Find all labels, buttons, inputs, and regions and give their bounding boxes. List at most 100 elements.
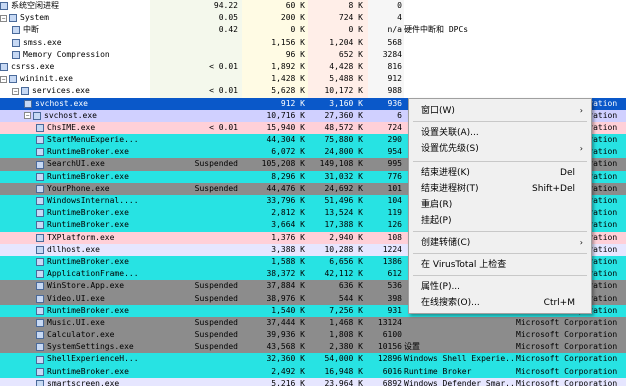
menu-item-set-affinity[interactable]: 设置关联(A)... <box>409 125 591 141</box>
process-row[interactable]: smss.exe 1,156 K 1,204 K 568 <box>0 37 626 49</box>
process-name: 中断 <box>23 25 39 35</box>
pid-cell: 119 <box>387 208 402 218</box>
private-bytes-cell: 15,940 K <box>266 122 305 132</box>
description-cell: 硬件中断和 DPCs <box>404 25 469 35</box>
process-name-cell: − services.exe <box>0 85 168 98</box>
menu-item-search-online[interactable]: 在线搜索(O)... Ctrl+M <box>409 295 591 311</box>
submenu-arrow-icon: › <box>579 106 583 115</box>
private-bytes-cell: 38,976 K <box>266 293 305 303</box>
menu-item-set-priority[interactable]: 设置优先级(S) › <box>409 141 591 157</box>
working-set-cell: 636 K <box>338 281 363 291</box>
tree-collapse-icon[interactable]: − <box>12 87 19 95</box>
process-name-cell: RuntimeBroker.exe <box>0 171 192 184</box>
process-icon <box>36 184 44 193</box>
description-cell: Windows Shell Experie... <box>404 354 514 364</box>
menu-item-label: 设置优先级(S) <box>421 144 479 154</box>
process-row[interactable]: 中断 0.42 0 K 0 K n/a 硬件中断和 DPCs <box>0 24 626 36</box>
private-bytes-cell: 43,568 K <box>266 342 305 352</box>
process-row[interactable]: Memory Compression 96 K 652 K 3284 <box>0 49 626 61</box>
menu-item-label: 窗口(W) <box>421 106 455 116</box>
tree-collapse-icon[interactable]: − <box>0 75 7 83</box>
working-set-cell: 2,940 K <box>329 232 363 242</box>
process-icon <box>0 2 8 11</box>
working-set-cell: 4,428 K <box>329 61 363 71</box>
process-icon <box>36 355 44 364</box>
process-name: wininit.exe <box>20 74 73 84</box>
pid-cell: 3284 <box>382 49 402 59</box>
process-name: ChsIME.exe <box>47 122 96 132</box>
private-bytes-cell: 37,444 K <box>266 317 305 327</box>
menu-item-label: 创建转储(C) <box>421 238 471 248</box>
process-row[interactable]: smartscreen.exe 5,216 K 23,964 K 6892 Window… <box>0 377 626 386</box>
working-set-cell: 1,204 K <box>329 37 363 47</box>
working-set-cell: 16,948 K <box>324 366 363 376</box>
cpu-cell: Suspended <box>194 330 238 340</box>
menu-item-suspend[interactable]: 挂起(P) <box>409 213 591 229</box>
process-icon <box>36 282 44 291</box>
process-name: Calculator.exe <box>47 330 115 340</box>
menu-item-shortcut: Shift+Del <box>532 184 575 194</box>
private-bytes-cell: 38,372 K <box>266 269 305 279</box>
process-name-cell: ShellExperienceH... <box>0 353 192 366</box>
cpu-cell: Suspended <box>194 183 238 193</box>
process-name-cell: RuntimeBroker.exe <box>0 305 192 318</box>
process-name-cell: smss.exe <box>0 37 168 50</box>
working-set-cell: 54,000 K <box>324 354 363 364</box>
process-icon <box>33 111 41 120</box>
pid-cell: 6892 <box>382 378 402 386</box>
process-icon <box>36 258 44 267</box>
pid-cell: 1386 <box>382 256 402 266</box>
process-row[interactable]: − System 0.05 200 K 724 K 4 <box>0 12 626 24</box>
menu-separator <box>413 231 587 232</box>
menu-item-properties[interactable]: 属性(P)... <box>409 279 591 295</box>
process-row[interactable]: − wininit.exe 1,428 K 5,488 K 912 <box>0 73 626 85</box>
working-set-cell: 42,112 K <box>324 269 363 279</box>
menu-item-label: 设置关联(A)... <box>421 128 479 138</box>
private-bytes-cell: 1,428 K <box>271 74 305 84</box>
process-icon <box>36 160 44 169</box>
cpu-cell: < 0.01 <box>209 61 238 71</box>
company-cell: Microsoft Corporation <box>516 354 618 364</box>
cpu-cell: Suspended <box>194 159 238 169</box>
pid-cell: 6100 <box>382 330 402 340</box>
process-row[interactable]: 系统空闲进程 94.22 60 K 8 K 0 <box>0 0 626 12</box>
process-name-cell: − wininit.exe <box>0 73 156 86</box>
menu-item-create-dump[interactable]: 创建转储(C) › <box>409 235 591 251</box>
pid-cell: 108 <box>387 232 402 242</box>
process-name-cell: − System <box>0 12 156 25</box>
private-bytes-cell: 1,588 K <box>271 256 305 266</box>
cpu-cell: 94.22 <box>213 1 238 10</box>
menu-item-label: 结束进程(K) <box>421 168 470 178</box>
process-name: RuntimeBroker.exe <box>47 305 129 315</box>
pid-cell: 988 <box>387 86 402 96</box>
menu-item-window[interactable]: 窗口(W) › <box>409 103 591 119</box>
pid-cell: 13124 <box>377 317 402 327</box>
cpu-cell: < 0.01 <box>209 86 238 96</box>
private-bytes-cell: 1,540 K <box>271 305 305 315</box>
tree-collapse-icon[interactable]: − <box>24 112 31 120</box>
working-set-cell: 1,468 K <box>329 317 363 327</box>
process-row[interactable]: Calculator.exe Suspended 39,936 K 1,808 K 61… <box>0 329 626 342</box>
process-icon <box>9 14 17 23</box>
process-row[interactable]: SystemSettings.exe Suspended 43,568 K 2,380… <box>0 341 626 354</box>
process-row[interactable]: RuntimeBroker.exe 2,492 K 16,948 K 6016 Runt… <box>0 365 626 378</box>
process-name-cell: csrss.exe <box>0 61 156 74</box>
process-icon <box>12 26 20 35</box>
process-row[interactable]: ShellExperienceH... 32,360 K 54,000 K 12896… <box>0 353 626 366</box>
process-row[interactable]: csrss.exe < 0.01 1,892 K 4,428 K 816 <box>0 61 626 73</box>
process-name: svchost.exe <box>35 98 88 108</box>
tree-collapse-icon[interactable]: − <box>0 14 7 22</box>
menu-item-check-virustotal[interactable]: 在 VirusTotal 上检查 <box>409 257 591 273</box>
menu-item-label: 结束进程树(T) <box>421 184 479 194</box>
working-set-cell: 75,880 K <box>324 135 363 145</box>
process-row[interactable]: Music.UI.exe Suspended 37,444 K 1,468 K 1312… <box>0 316 626 330</box>
process-row[interactable]: − services.exe < 0.01 5,628 K 10,172 K 988 <box>0 85 626 97</box>
menu-item-kill-process[interactable]: 结束进程(K) Del <box>409 165 591 181</box>
process-name: RuntimeBroker.exe <box>47 366 129 376</box>
process-name-cell: − svchost.exe <box>0 110 180 123</box>
menu-item-label: 在线搜索(O)... <box>421 298 480 308</box>
menu-item-kill-process-tree[interactable]: 结束进程树(T) Shift+Del <box>409 181 591 197</box>
private-bytes-cell: 33,796 K <box>266 196 305 205</box>
private-bytes-cell: 6,072 K <box>271 147 305 157</box>
menu-item-restart[interactable]: 重启(R) <box>409 197 591 213</box>
